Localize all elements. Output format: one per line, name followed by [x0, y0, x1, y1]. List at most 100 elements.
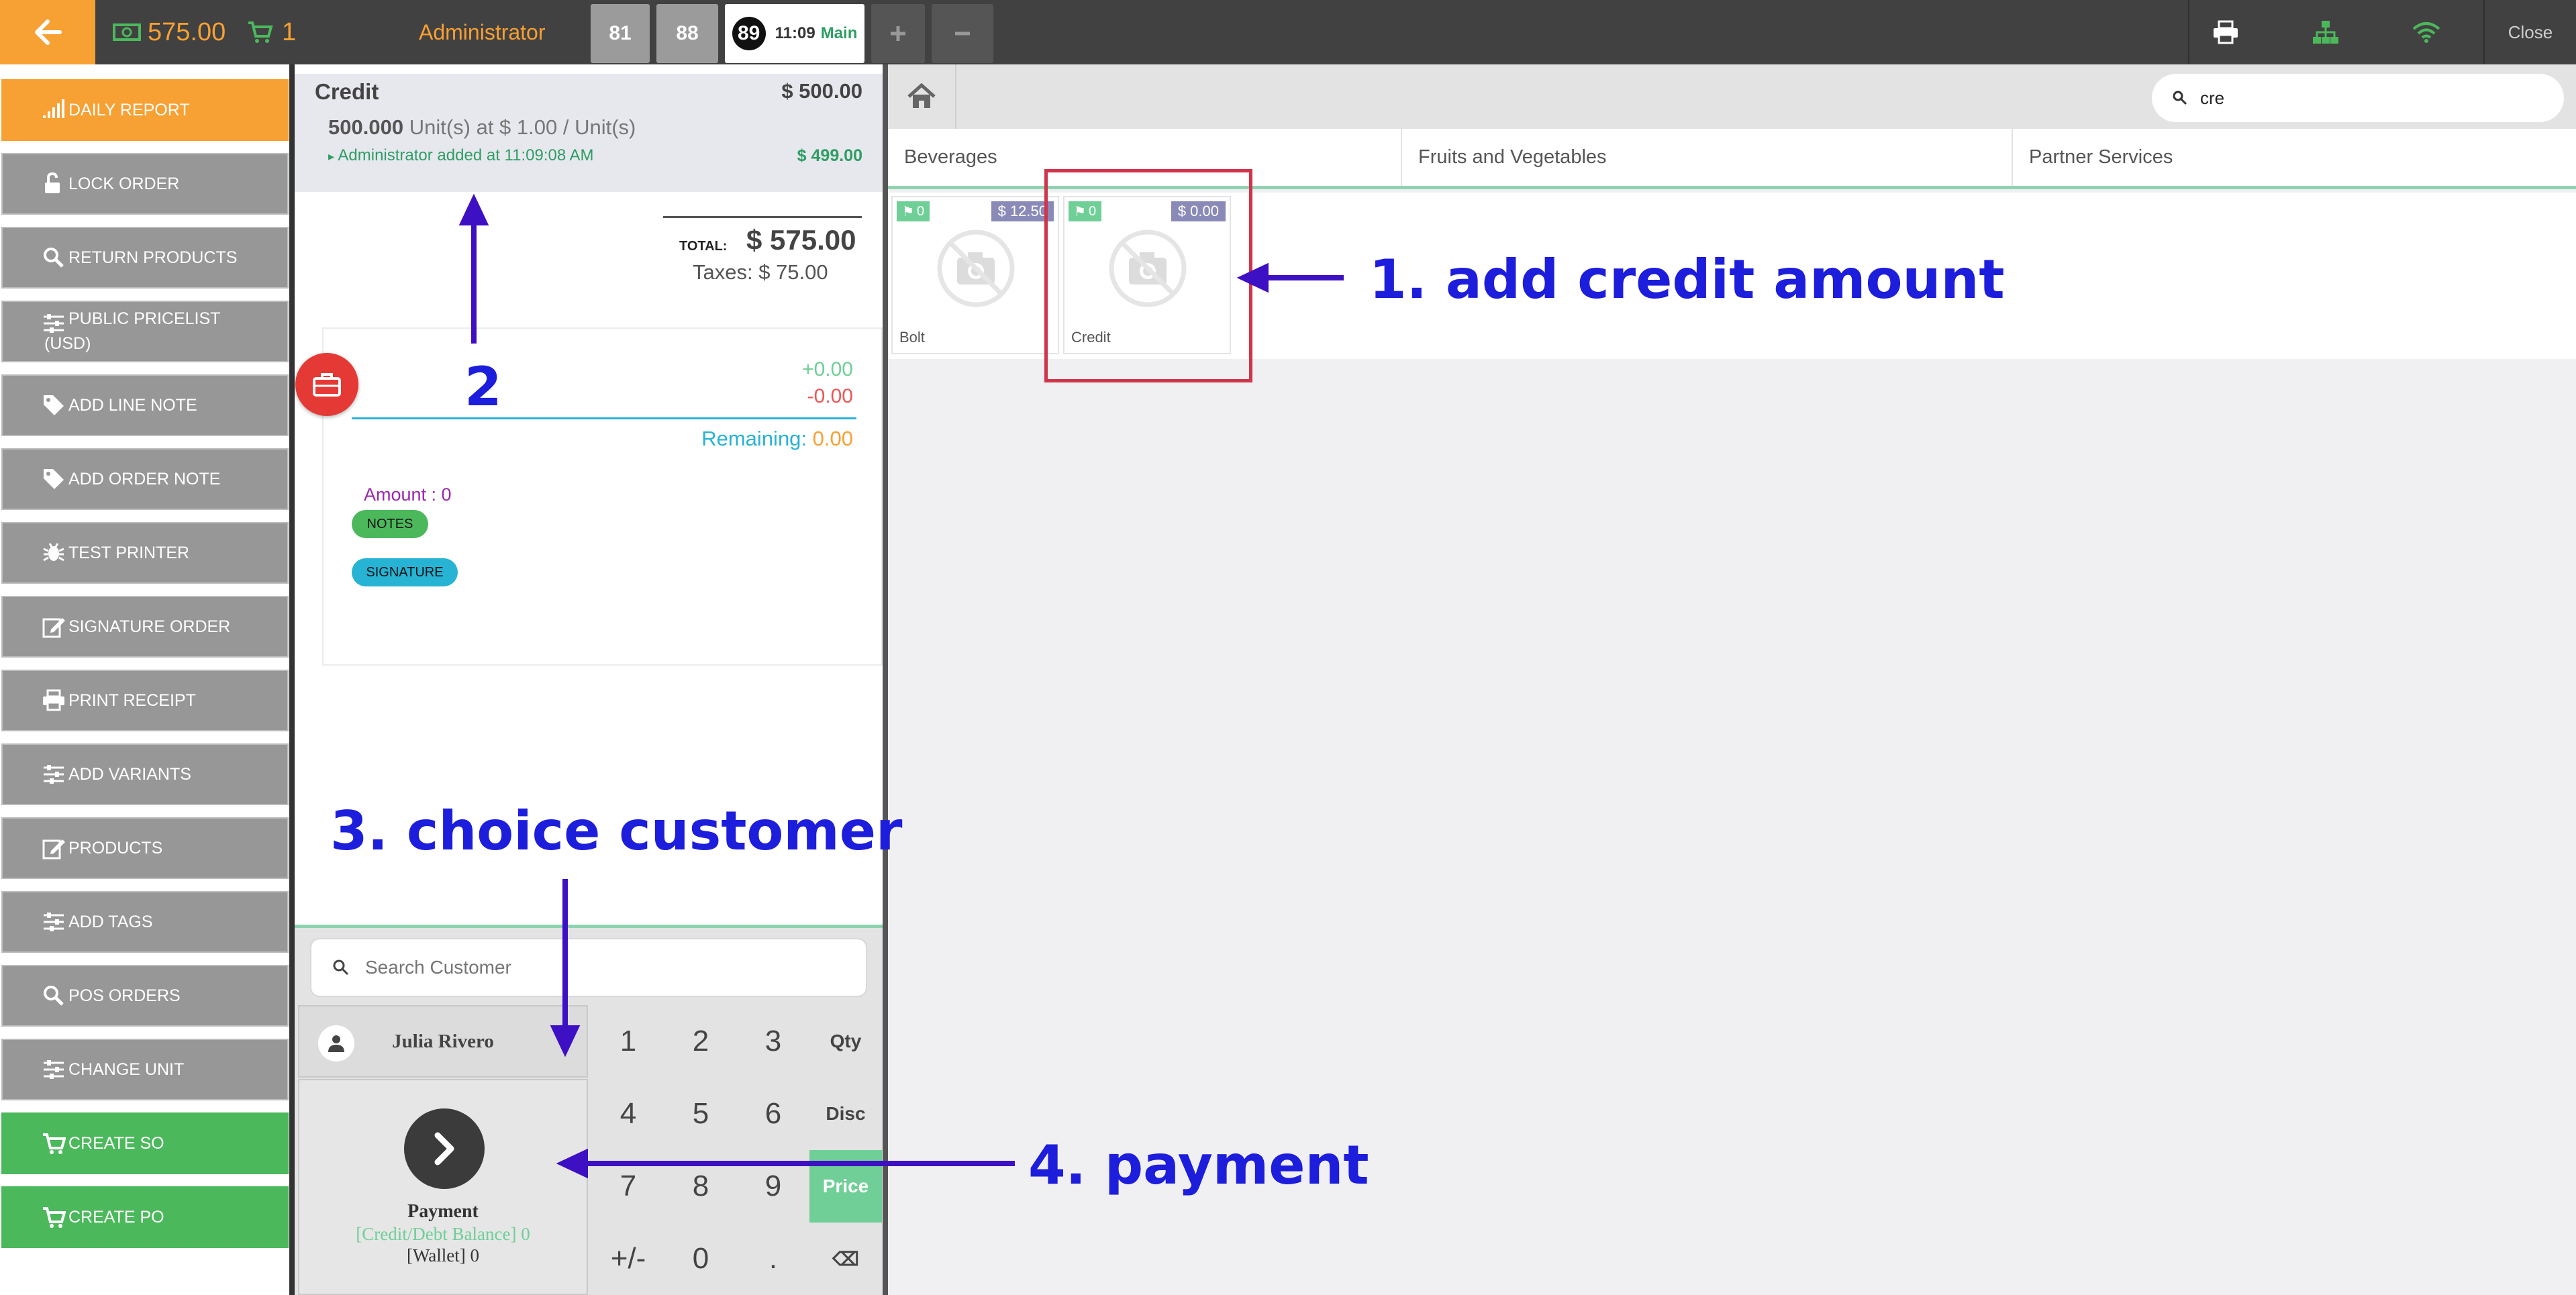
current-user[interactable]: Administrator [419, 15, 546, 50]
back-button[interactable] [0, 0, 95, 64]
chevron-right-icon [434, 1132, 454, 1166]
amount-value: 575.00 [148, 17, 226, 46]
sidebar-item-add-line-note[interactable]: ADD LINE NOTE [1, 374, 289, 436]
briefcase-button[interactable] [295, 353, 358, 416]
sidebar-item-label: ADD ORDER NOTE [68, 469, 221, 488]
wifi-button[interactable] [2389, 0, 2463, 64]
sidebar-item-test-printer[interactable]: TEST PRINTER [1, 522, 289, 584]
product-search-input[interactable] [2200, 74, 2549, 122]
sidebar-item-label: CREATE SO [68, 1133, 164, 1153]
cart-icon [248, 21, 273, 43]
keypad-key-3[interactable]: 3 [737, 1005, 809, 1078]
sidebar-item-label: PRINT RECEIPT [68, 690, 196, 710]
home-button[interactable] [888, 64, 956, 129]
category-fruits-vegetables[interactable]: Fruits and Vegetables [1402, 129, 2013, 186]
minus-icon [955, 32, 970, 36]
order-line-note: ▸ Administrator added at 11:09:08 AM [328, 146, 594, 165]
product-search-field[interactable] [2152, 74, 2564, 122]
sidebar-item-create-po[interactable]: CREATE PO [1, 1186, 289, 1248]
payment-button[interactable]: Payment [Credit/Debt Balance] 0 [Wallet]… [298, 1079, 588, 1295]
order-line-qty-unit: Unit(s) at $ 1.00 / Unit(s) [409, 115, 636, 139]
sidebar-item-public-pricelist[interactable]: PUBLIC PRICELIST (USD) [1, 301, 289, 362]
payment-remaining: Remaining: 0.00 [701, 427, 853, 451]
sidebar-item-print-receipt[interactable]: PRINT RECEIPT [1, 670, 289, 731]
sidebar-item-add-order-note[interactable]: ADD ORDER NOTE [1, 448, 289, 510]
order-tab-81[interactable]: 81 [591, 4, 650, 63]
customer-search-input[interactable] [365, 939, 848, 996]
plus-icon [891, 26, 905, 41]
keypad-key-8[interactable]: 8 [664, 1150, 737, 1223]
keypad-key-2[interactable]: 2 [664, 1005, 737, 1078]
tag-icon [44, 469, 64, 489]
sliders-icon [44, 1060, 64, 1079]
printer-icon [43, 689, 64, 711]
order-line[interactable]: Credit $ 500.00 500.000 Unit(s) at $ 1.0… [295, 74, 883, 192]
product-card-bolt[interactable]: ⚑ 0 $ 12.50 Bolt [891, 196, 1059, 354]
sidebar-item-return-products[interactable]: RETURN PRODUCTS [1, 227, 289, 289]
keypad-key-4[interactable]: 4 [592, 1078, 664, 1150]
order-amount: 575.00 [113, 15, 226, 50]
keypad-key-price[interactable]: Price [809, 1150, 882, 1223]
backspace-icon[interactable]: ⌫ [809, 1223, 882, 1295]
sidebar-item-create-so[interactable]: CREATE SO [1, 1112, 289, 1174]
briefcase-icon [313, 373, 341, 397]
cart-count-value: 1 [282, 17, 297, 46]
sitemap-icon [2313, 21, 2338, 44]
close-button[interactable]: Close [2483, 0, 2576, 64]
sidebar-item-change-unit[interactable]: CHANGE UNIT [1, 1039, 289, 1100]
sidebar-item-lock-order[interactable]: LOCK ORDER [1, 153, 289, 215]
sliders-icon [44, 765, 64, 784]
sidebar-item-products[interactable]: PRODUCTS [1, 817, 289, 879]
sidebar-item-add-variants[interactable]: ADD VARIANTS [1, 743, 289, 805]
keypad-key-1[interactable]: 1 [592, 1005, 664, 1078]
panel-divider [883, 64, 888, 1295]
network-button[interactable] [2289, 0, 2363, 64]
order-number: 89 [732, 17, 766, 50]
sidebar-divider [289, 64, 295, 1295]
sidebar-item-add-tags[interactable]: ADD TAGS [1, 891, 289, 953]
taxes-value: Taxes: $ 75.00 [693, 260, 828, 284]
printer-icon [2214, 20, 2238, 44]
search-icon [44, 248, 64, 268]
keypad-key-decimal[interactable]: . [737, 1223, 809, 1295]
no-image-icon [937, 229, 1015, 307]
sidebar-item-daily-report[interactable]: DAILY REPORT [1, 79, 289, 141]
remove-order-button[interactable] [932, 4, 993, 63]
sidebar-item-signature-order[interactable]: SIGNATURE ORDER [1, 596, 289, 658]
payment-title: Payment [407, 1201, 479, 1222]
signature-button[interactable]: SIGNATURE [352, 558, 458, 586]
caret-right-icon: ▸ [328, 150, 335, 163]
sliders-icon [44, 313, 64, 333]
order-line-note-amount: $ 499.00 [797, 146, 862, 165]
order-tab-88[interactable]: 88 [656, 4, 718, 63]
customer-button[interactable]: Julia Rivero [298, 1005, 588, 1078]
keypad-key-7[interactable]: 7 [592, 1150, 664, 1223]
payment-plus: +0.00 [802, 358, 853, 380]
cart-icon [43, 1133, 66, 1154]
keypad-key-plus-minus[interactable]: +/- [592, 1223, 664, 1295]
keypad-key-qty[interactable]: Qty [809, 1005, 882, 1078]
annotation-step3: 3. choice customer [330, 800, 903, 862]
keypad-key-6[interactable]: 6 [737, 1078, 809, 1150]
print-button[interactable] [2188, 0, 2262, 64]
keypad-key-disc[interactable]: Disc [809, 1078, 882, 1150]
add-order-button[interactable] [871, 4, 925, 63]
notes-button[interactable]: NOTES [352, 510, 428, 538]
search-icon [44, 986, 64, 1006]
customer-search-field[interactable] [310, 938, 867, 997]
remaining-label: Remaining: [701, 427, 813, 450]
order-line-note-text: Administrator added at 11:09:08 AM [338, 146, 594, 164]
category-partner-services[interactable]: Partner Services [2013, 129, 2576, 186]
order-tab-89[interactable]: 89 11:09 Main [725, 4, 864, 63]
close-label: Close [2508, 21, 2553, 42]
bug-icon [43, 543, 64, 562]
payment-circle [404, 1108, 485, 1189]
tag-icon: ⚑ [902, 204, 914, 219]
highlight-box [1044, 169, 1252, 382]
payment-wallet: [Wallet] 0 [406, 1245, 480, 1265]
sidebar-item-pos-orders[interactable]: POS ORDERS [1, 965, 289, 1027]
keypad-key-5[interactable]: 5 [664, 1078, 737, 1150]
keypad-key-0[interactable]: 0 [664, 1223, 737, 1295]
payment-divider [352, 417, 856, 419]
keypad-key-9[interactable]: 9 [737, 1150, 809, 1223]
